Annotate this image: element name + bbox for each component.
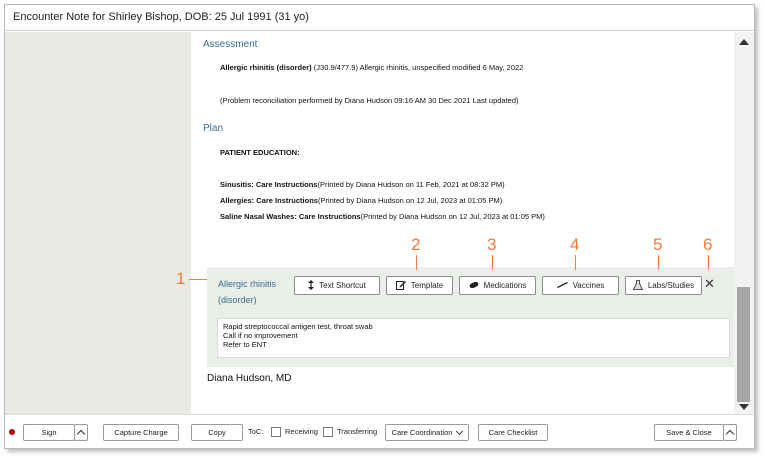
signer-name: Diana Hudson, MD [207, 373, 292, 384]
diagnosis-label[interactable]: Allergic rhinitis (disorder) [218, 276, 290, 308]
window-title: Encounter Note for Shirley Bishop, DOB: … [5, 5, 754, 31]
education-item-detail: (Printed by Diana Hudson on 12 Jul, 2023… [360, 212, 545, 221]
education-title: PATIENT EDUCATION: [220, 148, 300, 157]
education-item-detail: (Printed by Diana Hudson on 12 Jul, 2023… [317, 196, 503, 205]
diagnosis-name: Allergic rhinitis (disorder) [220, 63, 312, 72]
plan-text-area[interactable]: Rapid streptococcal antigen test, throat… [217, 318, 730, 358]
education-item: Sinusitis: Care Instructions(Printed by … [220, 180, 505, 189]
education-item-detail: (Printed by Diana Hudson on 11 Feb, 2021… [317, 180, 505, 189]
pill-icon [469, 281, 479, 290]
chevron-down-icon [456, 427, 464, 435]
sort-arrows-icon [308, 279, 315, 292]
labs-studies-label: Labs/Studies [647, 281, 695, 290]
diagnosis-plan-box: Allergic rhinitis (disorder) Text Shortc… [207, 267, 734, 367]
assessment-diagnosis: Allergic rhinitis (disorder) (J30.9/477.… [220, 63, 523, 72]
callout-number: 4 [570, 235, 580, 254]
education-item: Allergies: Care Instructions(Printed by … [220, 196, 502, 205]
close-icon[interactable]: ✕ [704, 276, 715, 292]
plan-line: Rapid streptococcal antigen test, throat… [223, 322, 373, 331]
education-item-title: Sinusitis: Care Instructions [220, 180, 318, 189]
education-item-title: Allergies: Care Instructions [220, 196, 318, 205]
copy-button[interactable]: Copy [191, 424, 243, 441]
plan-line: Call if no improvement [223, 331, 298, 340]
capture-charge-button[interactable]: Capture Charge [103, 424, 179, 441]
receiving-label: Receiving [285, 427, 318, 436]
vertical-scrollbar[interactable] [734, 32, 754, 414]
education-item-title: Saline Nasal Washes: Care Instructions [220, 212, 361, 221]
education-title-text: PATIENT EDUCATION: [220, 148, 300, 157]
callout-number: 6 [703, 235, 713, 254]
sign-options-button[interactable] [74, 424, 88, 441]
chevron-up-icon [76, 429, 86, 439]
scroll-down-icon[interactable] [739, 404, 749, 410]
edit-template-icon [395, 280, 406, 292]
transferring-checkbox[interactable] [323, 427, 333, 437]
plan-heading: Plan [203, 123, 224, 134]
assessment-heading: Assessment [203, 39, 258, 50]
diagnosis-detail: (J30.9/477.9) Allergic rhinitis, unspeci… [311, 63, 524, 72]
callout-line [575, 255, 576, 270]
template-label: Template [410, 281, 444, 290]
care-coordination-dropdown[interactable]: Care Coordination [385, 424, 469, 441]
footer-toolbar: Sign Capture Charge Copy ToC: Receiving … [5, 414, 754, 448]
vaccines-button[interactable]: Vaccines [542, 276, 619, 295]
medications-label: Medications [483, 281, 527, 290]
callout-line [416, 255, 417, 270]
callout-number: 5 [653, 235, 663, 254]
callout-line [658, 255, 659, 270]
plan-line: Refer to ENT [223, 340, 267, 349]
toc-label: ToC: [248, 427, 264, 436]
text-shortcut-label: Text Shortcut [319, 281, 366, 290]
status-dot-icon [9, 429, 15, 435]
care-checklist-button[interactable]: Care Checklist [478, 424, 548, 441]
callout-line [189, 279, 207, 280]
callout-number: 3 [487, 235, 497, 254]
sign-button[interactable]: Sign [23, 424, 75, 441]
receiving-checkbox[interactable] [271, 427, 281, 437]
note-content: Assessment Allergic rhinitis (disorder) … [191, 32, 734, 414]
text-shortcut-button[interactable]: Text Shortcut [294, 276, 380, 295]
chevron-up-icon [725, 429, 735, 439]
callout-number: 1 [176, 269, 186, 288]
scroll-thumb[interactable] [737, 287, 750, 402]
education-item: Saline Nasal Washes: Care Instructions(P… [220, 212, 545, 221]
medications-button[interactable]: Medications [459, 276, 536, 295]
left-panel [5, 32, 191, 414]
syringe-icon [556, 281, 568, 290]
save-options-button[interactable] [723, 424, 737, 441]
vaccines-label: Vaccines [572, 281, 605, 290]
labs-studies-button[interactable]: Labs/Studies [625, 276, 702, 295]
encounter-note-window: Encounter Note for Shirley Bishop, DOB: … [4, 4, 755, 449]
care-coordination-label: Care Coordination [391, 428, 453, 437]
scroll-up-icon[interactable] [739, 39, 749, 45]
callout-line [492, 255, 493, 270]
template-button[interactable]: Template [386, 276, 453, 295]
reconciliation-text: (Problem reconciliation performed by Dia… [220, 96, 519, 105]
callout-number: 2 [411, 235, 421, 254]
save-close-button[interactable]: Save & Close [654, 424, 724, 441]
callout-line [708, 255, 709, 270]
transferring-label: Transferring [337, 427, 378, 436]
flask-icon [632, 279, 644, 292]
